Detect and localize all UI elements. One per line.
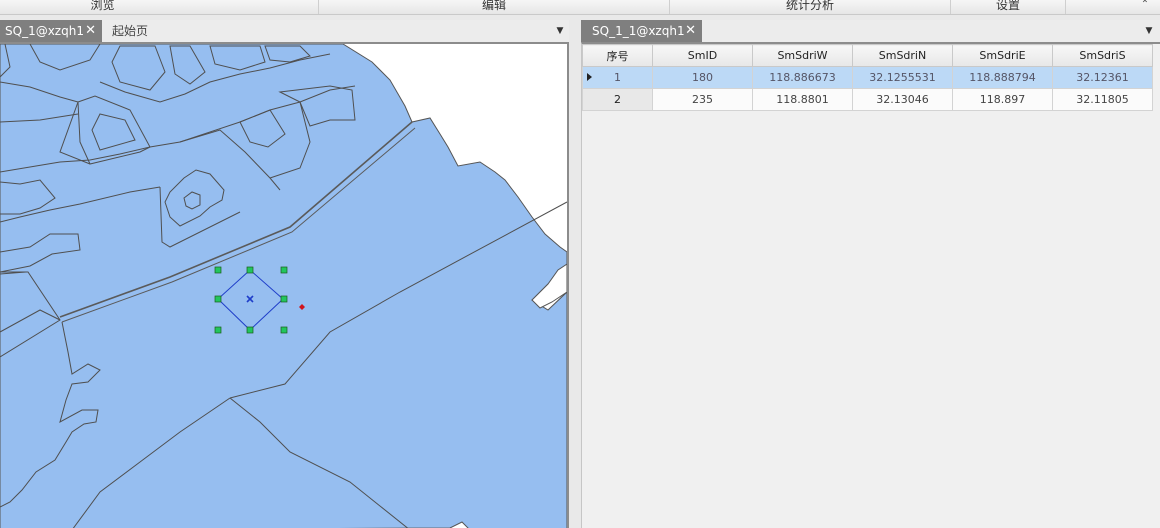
pane-splitter[interactable] bbox=[569, 16, 581, 528]
resize-handle[interactable] bbox=[280, 295, 288, 303]
resize-handle[interactable] bbox=[246, 266, 254, 274]
table-cell[interactable]: 32.11805 bbox=[1052, 88, 1153, 111]
map-drawing[interactable] bbox=[0, 44, 567, 528]
tab-label: SQ_1_1@xzqh1 bbox=[592, 24, 685, 38]
map-pane: SQ_1@xzqh1 ✕ 起始页 ▼ bbox=[0, 16, 569, 528]
resize-handle[interactable] bbox=[214, 295, 222, 303]
map-tabstrip: SQ_1@xzqh1 ✕ 起始页 ▼ bbox=[0, 20, 569, 42]
table-cell[interactable]: 180 bbox=[652, 66, 753, 89]
resize-handle[interactable] bbox=[280, 326, 288, 334]
chevron-up-icon[interactable]: ⌃ bbox=[1138, 0, 1152, 12]
current-row-pointer-icon bbox=[587, 73, 592, 81]
table-tabstrip: SQ_1_1@xzqh1 ✕ ▼ bbox=[581, 20, 1160, 42]
row-header[interactable]: 2 bbox=[582, 88, 653, 111]
ribbon-group-statistics: 统计分析 bbox=[785, 0, 834, 12]
table-row[interactable]: 1 180 118.886673 32.1255531 118.888794 3… bbox=[582, 66, 1153, 89]
resize-handle[interactable] bbox=[214, 326, 222, 334]
table-cell[interactable]: 118.8801 bbox=[752, 88, 853, 111]
column-header-smsdrin[interactable]: SmSdriN bbox=[852, 44, 953, 67]
attribute-table-pane: SQ_1_1@xzqh1 ✕ ▼ 序号 SmID SmSdriW SmSdriN bbox=[581, 16, 1160, 528]
table-row[interactable]: 2 235 118.8801 32.13046 118.897 32.11805 bbox=[582, 88, 1153, 111]
column-header-smid[interactable]: SmID bbox=[652, 44, 753, 67]
table-cell[interactable]: 118.897 bbox=[952, 88, 1053, 111]
table-cell[interactable]: 32.1255531 bbox=[852, 66, 953, 89]
tab-table-sq1-1[interactable]: SQ_1_1@xzqh1 ✕ bbox=[581, 20, 702, 42]
close-icon[interactable]: ✕ bbox=[85, 20, 96, 42]
tab-list-dropdown-icon[interactable]: ▼ bbox=[1142, 20, 1156, 42]
ribbon-separator bbox=[1065, 0, 1066, 14]
tab-start-page[interactable]: 起始页 bbox=[107, 20, 167, 42]
resize-handle[interactable] bbox=[214, 266, 222, 274]
row-index: 1 bbox=[614, 71, 621, 84]
tab-map-sq1[interactable]: SQ_1@xzqh1 ✕ bbox=[0, 20, 102, 42]
attribute-table: 序号 SmID SmSdriW SmSdriN SmSdriE SmSdriS … bbox=[582, 44, 1153, 111]
column-header-smsdris[interactable]: SmSdriS bbox=[1052, 44, 1153, 67]
ribbon-group-edit: 编辑 bbox=[481, 0, 506, 12]
attribute-grid[interactable]: 序号 SmID SmSdriW SmSdriN SmSdriE SmSdriS … bbox=[581, 42, 1160, 528]
tab-list-dropdown-icon[interactable]: ▼ bbox=[553, 20, 567, 42]
table-cell[interactable]: 118.886673 bbox=[752, 66, 853, 89]
row-index: 2 bbox=[614, 93, 621, 106]
column-header-index[interactable]: 序号 bbox=[582, 44, 653, 67]
tab-label: 起始页 bbox=[112, 24, 149, 38]
ribbon-group-settings: 设置 bbox=[995, 0, 1020, 12]
table-header-row: 序号 SmID SmSdriW SmSdriN SmSdriE SmSdriS bbox=[582, 44, 1153, 67]
resize-handle[interactable] bbox=[246, 326, 254, 334]
ribbon-group-bar: 浏览 编辑 统计分析 设置 ⌃ bbox=[0, 0, 1160, 15]
close-icon[interactable]: ✕ bbox=[685, 20, 696, 42]
map-region-fill bbox=[0, 44, 567, 528]
tab-label: SQ_1@xzqh1 bbox=[5, 24, 84, 38]
table-cell[interactable]: 118.888794 bbox=[952, 66, 1053, 89]
table-cell[interactable]: 235 bbox=[652, 88, 753, 111]
table-cell[interactable]: 32.13046 bbox=[852, 88, 953, 111]
row-header[interactable]: 1 bbox=[582, 66, 653, 89]
ribbon-group-browse: 浏览 bbox=[90, 0, 115, 12]
table-cell[interactable]: 32.12361 bbox=[1052, 66, 1153, 89]
map-canvas[interactable] bbox=[0, 42, 569, 528]
column-header-smsdrie[interactable]: SmSdriE bbox=[952, 44, 1053, 67]
resize-handle[interactable] bbox=[280, 266, 288, 274]
column-header-smsdriw[interactable]: SmSdriW bbox=[752, 44, 853, 67]
